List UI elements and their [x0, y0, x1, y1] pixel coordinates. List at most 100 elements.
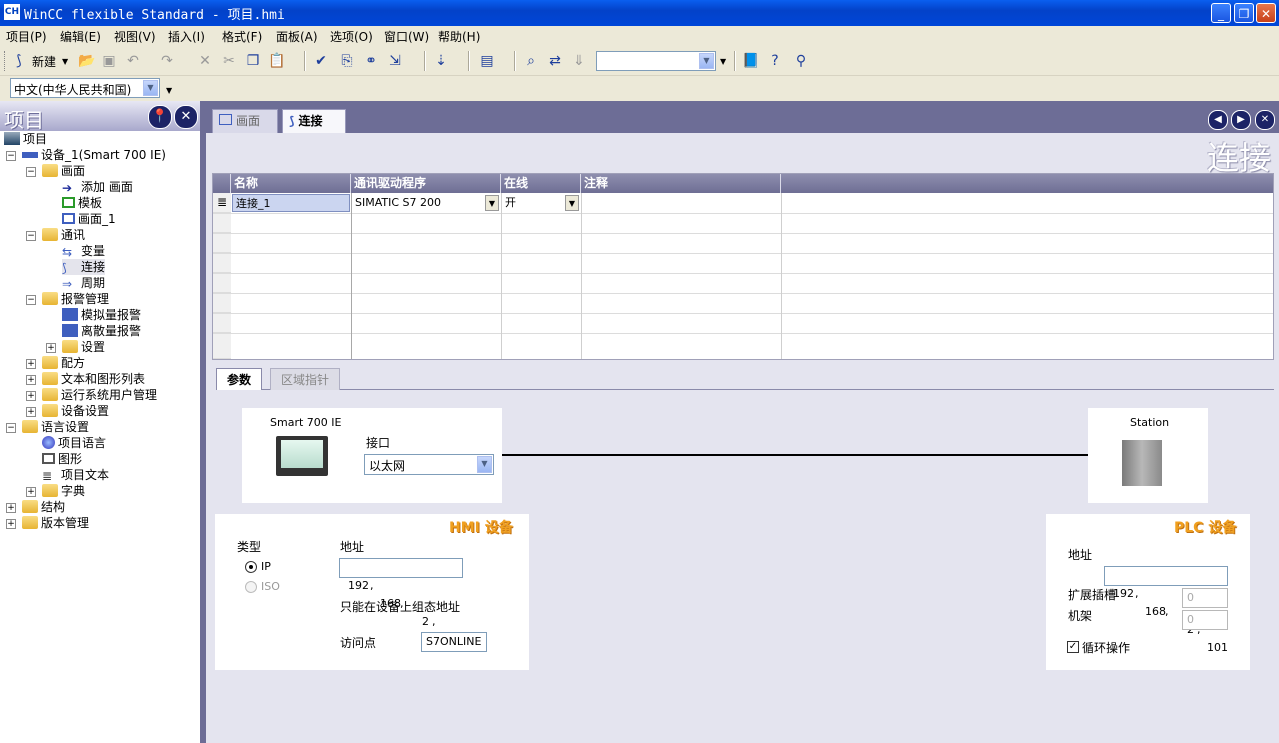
expand-icon[interactable]: +	[26, 391, 36, 401]
collapse-icon[interactable]: −	[6, 151, 16, 161]
transfer-icon[interactable]: ⇲	[386, 52, 404, 70]
tab-parameters[interactable]: 参数	[216, 368, 263, 390]
radio-ip[interactable]	[245, 561, 257, 573]
interface-select[interactable]: 以太网 ▼	[364, 454, 494, 475]
column-header-comment[interactable]: 注释	[581, 174, 781, 193]
cut-icon[interactable]: ✂	[220, 52, 238, 70]
download-icon[interactable]: ⇣	[432, 52, 450, 70]
tree-item-version-management[interactable]: 版本管理	[22, 515, 89, 531]
tree-item-tags[interactable]: ⇆ 变量	[62, 243, 105, 259]
chevron-down-icon[interactable]: ▼	[477, 456, 492, 473]
search-combo[interactable]: ▼	[596, 51, 716, 71]
close-icon[interactable]: ✕	[174, 105, 198, 129]
chevron-down-icon[interactable]: ▼	[720, 57, 726, 66]
check-icon[interactable]: ✔	[312, 52, 330, 70]
chevron-down-icon[interactable]: ▼	[62, 57, 68, 66]
expand-icon[interactable]: +	[26, 359, 36, 369]
tree-item-screens[interactable]: 画面	[42, 163, 85, 179]
tree-item-structures[interactable]: 结构	[22, 499, 65, 515]
column-header-driver[interactable]: 通讯驱动程序	[351, 174, 501, 193]
tree-item-cycles[interactable]: ⇒ 周期	[62, 275, 105, 291]
tree-item-text-graphic-lists[interactable]: 文本和图形列表	[42, 371, 145, 387]
tree-item-project-texts[interactable]: ≣ 项目文本	[42, 467, 109, 483]
cyclic-operation-checkbox[interactable]: ✓	[1067, 641, 1079, 653]
menu-edit[interactable]: 编辑(E)	[60, 28, 101, 45]
radio-iso[interactable]	[245, 581, 257, 593]
tree-item-project-languages[interactable]: 项目语言	[42, 435, 106, 451]
pin-icon[interactable]: 📍	[148, 105, 172, 129]
context-help-icon[interactable]: ⚲	[792, 52, 810, 70]
tree-item-language-settings[interactable]: 语言设置	[22, 419, 89, 435]
tree-item-screen-1[interactable]: 画面_1	[62, 211, 116, 227]
access-point-field[interactable]: S7ONLINE	[421, 632, 487, 652]
menu-panel[interactable]: 面板(A)	[276, 28, 318, 45]
expand-icon[interactable]: +	[26, 407, 36, 417]
plc-ip-address-field[interactable]: 192, 168, 2, 101	[1104, 566, 1228, 654]
table-cell-driver[interactable]: SIMATIC S7 200	[352, 194, 501, 212]
table-cell-name[interactable]: 连接_1	[232, 194, 350, 212]
replace-icon[interactable]: ⇄	[546, 52, 564, 70]
book-icon[interactable]: 📘	[742, 52, 760, 70]
language-select[interactable]: 中文(中华人民共和国) ▼	[10, 78, 160, 98]
chevron-down-icon[interactable]: ▼	[485, 195, 499, 211]
minimize-button[interactable]: _	[1211, 3, 1231, 23]
tree-item-discrete-alarms[interactable]: 离散量报警	[62, 323, 141, 339]
expand-icon[interactable]: +	[6, 503, 16, 513]
menu-help[interactable]: 帮助(H)	[438, 28, 480, 45]
expand-icon[interactable]: +	[46, 343, 56, 353]
rack-slot-field[interactable]: 0	[1182, 588, 1228, 608]
tree-item-communication[interactable]: 通讯	[42, 227, 85, 243]
save-icon[interactable]: ▣	[100, 52, 118, 70]
restore-button[interactable]: ❐	[1234, 3, 1254, 23]
close-button[interactable]: ✕	[1256, 3, 1276, 23]
help-icon[interactable]: ?	[766, 52, 784, 70]
collapse-icon[interactable]: −	[26, 231, 36, 241]
tab-screen-1[interactable]: 画面_1	[212, 109, 278, 150]
copy-icon[interactable]: ❐	[244, 52, 262, 70]
menu-options[interactable]: 选项(O)	[330, 28, 373, 45]
tree-item-add-screen[interactable]: ➔ 添加 画面	[62, 179, 133, 195]
tree-item-device[interactable]: 设备_1(Smart 700 IE)	[22, 147, 166, 163]
objects-icon[interactable]: ▤	[478, 52, 496, 70]
hmi-ip-address-field[interactable]: 192, 168, 2, 108	[339, 558, 463, 646]
chevron-down-icon[interactable]: ▼	[565, 195, 579, 211]
table-cell-comment[interactable]	[582, 194, 781, 212]
collapse-icon[interactable]: −	[26, 295, 36, 305]
rack-field[interactable]: 0	[1182, 610, 1228, 630]
undo-icon[interactable]: ↶	[124, 52, 142, 70]
menu-insert[interactable]: 插入(I)	[168, 28, 205, 45]
open-icon[interactable]: 📂	[78, 52, 96, 70]
expand-icon[interactable]: +	[6, 519, 16, 529]
expand-icon[interactable]: +	[26, 487, 36, 497]
close-icon[interactable]: ✕	[1255, 110, 1275, 130]
tree-item-templates[interactable]: 模板	[62, 195, 102, 211]
menu-window[interactable]: 窗口(W)	[384, 28, 429, 45]
tree-item-alarm-management[interactable]: 报警管理	[42, 291, 109, 307]
row-header-icon[interactable]: ≣	[213, 193, 231, 213]
simulate-icon[interactable]: ⚭	[362, 52, 380, 70]
new-icon[interactable]: ⟆	[10, 52, 28, 70]
tree-item-dictionaries[interactable]: 字典	[42, 483, 85, 499]
tree-item-device-settings[interactable]: 设备设置	[42, 403, 109, 419]
column-header-online[interactable]: 在线	[501, 174, 581, 193]
tree-item-runtime-user-admin[interactable]: 运行系统用户管理	[42, 387, 157, 403]
column-header-name[interactable]: 名称	[231, 174, 351, 193]
menu-project[interactable]: 项目(P)	[6, 28, 47, 45]
tree-item-alarm-settings[interactable]: 设置	[62, 339, 105, 355]
tree-item-recipes[interactable]: 配方	[42, 355, 85, 371]
chevron-down-icon[interactable]: ▼	[166, 86, 172, 95]
tree-item-graphics[interactable]: 图形	[42, 451, 82, 467]
chevron-down-icon[interactable]: ▼	[699, 53, 714, 69]
tab-area-pointers[interactable]: 区域指针	[270, 368, 341, 390]
collapse-icon[interactable]: −	[6, 423, 16, 433]
tree-item-project[interactable]: 项目	[4, 131, 47, 147]
tab-connections[interactable]: ⟆ 连接	[282, 109, 346, 133]
paste-icon[interactable]: 📋	[268, 52, 286, 70]
collapse-icon[interactable]: −	[26, 167, 36, 177]
find-icon[interactable]: ⌕	[522, 52, 540, 70]
scroll-right-icon[interactable]: ▶	[1231, 110, 1251, 130]
expand-icon[interactable]: +	[26, 375, 36, 385]
compile-icon[interactable]: ⎘	[338, 52, 356, 70]
tree-item-connections[interactable]: ⟆ 连接	[62, 259, 106, 275]
goto-icon[interactable]: ⇓	[570, 52, 588, 70]
